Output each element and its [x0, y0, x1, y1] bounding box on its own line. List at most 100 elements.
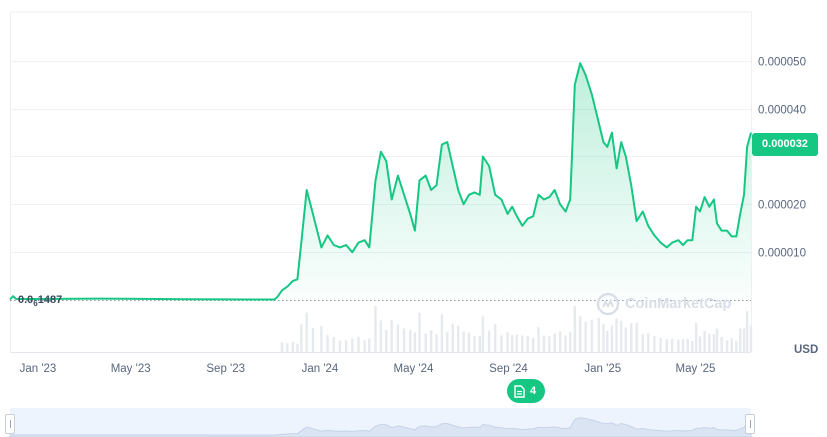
volume-bar	[521, 335, 524, 352]
volume-bar	[368, 338, 371, 352]
x-tick-label: May '24	[394, 363, 435, 375]
volume-bar	[351, 338, 354, 352]
x-tick-label: Jan '25	[584, 363, 621, 375]
volume-bar	[590, 320, 594, 352]
volume-bar	[413, 332, 417, 352]
volume-bar	[402, 328, 406, 352]
x-axis-tick-labels: Jan '23 May '23 Sep '23 Jan '24 May '24 Sep '…	[20, 363, 716, 375]
volume-bar	[286, 343, 289, 352]
volume-bar	[305, 312, 308, 352]
volume-bar	[332, 337, 335, 352]
volume-bar	[712, 334, 716, 352]
grip-icon	[9, 420, 11, 428]
volume-bar	[478, 336, 481, 352]
volume-bar	[708, 333, 711, 352]
volume-bar	[677, 339, 680, 352]
volume-bar	[742, 328, 746, 352]
volume-bar	[494, 324, 497, 352]
x-tick-label: May '23	[111, 363, 151, 375]
volume-bar	[659, 337, 662, 352]
volume-bar	[526, 335, 529, 352]
volume-bar	[624, 327, 628, 352]
volume-bar	[467, 332, 471, 352]
volume-bar	[558, 331, 562, 352]
volume-bar	[715, 328, 719, 352]
volume-bar	[630, 323, 633, 352]
volume-bar	[553, 333, 556, 352]
x-tick-label: Sep '23	[206, 363, 245, 375]
volume-bar	[320, 326, 323, 352]
volume-bar	[548, 336, 551, 352]
volume-bar	[300, 324, 303, 352]
volume-bar	[579, 316, 582, 352]
volume-bar	[681, 339, 685, 352]
volume-bar	[564, 335, 567, 352]
volume-bar	[363, 339, 366, 352]
volume-bar	[653, 336, 656, 352]
volume-bar	[409, 330, 412, 352]
volume-bar	[429, 330, 433, 352]
grip-icon	[749, 420, 751, 428]
x-tick-label: Sep '24	[489, 363, 528, 375]
volume-bar	[537, 327, 540, 352]
volume-bar	[730, 338, 733, 352]
coinmarketcap-watermark: CoinMarketCap	[596, 292, 731, 316]
volume-bar	[435, 334, 438, 352]
volume-bar	[610, 325, 614, 352]
volume-bar	[374, 306, 377, 352]
price-chart[interactable]: 0.000010 0.000020 0.000040 0.000050 Jan '23…	[0, 0, 827, 437]
navigator-right-handle[interactable]	[745, 414, 755, 434]
volume-bar	[686, 338, 689, 352]
news-count: 4	[530, 385, 537, 397]
coinmarketcap-logo-icon	[596, 292, 620, 316]
volume-bar	[291, 341, 295, 352]
y-tick-label: 0.000040	[758, 105, 806, 117]
volume-bar	[749, 325, 753, 352]
volume-bar	[418, 312, 421, 352]
volume-bar	[542, 335, 546, 352]
watermark-text: CoinMarketCap	[625, 296, 732, 312]
news-marker-button[interactable]: 4	[507, 379, 546, 403]
volume-bar	[619, 320, 623, 352]
volume-bar	[357, 336, 360, 352]
volume-bar	[745, 311, 749, 352]
volume-bar	[602, 324, 605, 352]
volume-bar	[647, 333, 650, 352]
y-tick-label: 0.000050	[758, 57, 806, 69]
baseline-price-label: 0.061487	[18, 294, 63, 309]
navigator-bar[interactable]	[10, 408, 751, 437]
volume-bar	[390, 320, 393, 352]
currency-label: USD	[794, 344, 819, 356]
volume-bar	[396, 324, 400, 352]
volume-bar	[311, 327, 315, 352]
volume-bar	[487, 330, 491, 352]
volume-bar	[296, 343, 299, 352]
navigator-left-handle[interactable]	[5, 414, 15, 434]
volume-bar	[531, 337, 535, 352]
volume-bar	[326, 335, 329, 352]
volume-bar	[456, 325, 460, 352]
current-price-badge: 0.000032	[752, 133, 818, 156]
volume-bar	[424, 333, 427, 352]
y-tick-label: 0.000010	[758, 248, 806, 260]
price-area-fill	[10, 63, 751, 301]
volume-bar	[698, 336, 702, 352]
volume-bar	[379, 320, 383, 352]
volume-bar	[694, 322, 698, 352]
volume-bar	[665, 339, 668, 352]
x-tick-label: May '25	[676, 363, 716, 375]
volume-bar	[462, 331, 465, 352]
volume-bar	[440, 314, 444, 352]
volume-bar	[385, 330, 388, 352]
volume-bar	[670, 339, 674, 352]
volume-bar	[606, 331, 609, 352]
x-tick-label: Jan '24	[302, 363, 339, 375]
volume-bar	[473, 335, 476, 352]
volume-bar	[500, 335, 503, 352]
volume-bar	[451, 323, 454, 352]
volume-bar	[691, 341, 694, 352]
volume-bar	[515, 334, 519, 352]
volume-bar	[725, 340, 729, 352]
x-tick-label: Jan '23	[20, 363, 57, 375]
volume-bar	[703, 330, 706, 352]
